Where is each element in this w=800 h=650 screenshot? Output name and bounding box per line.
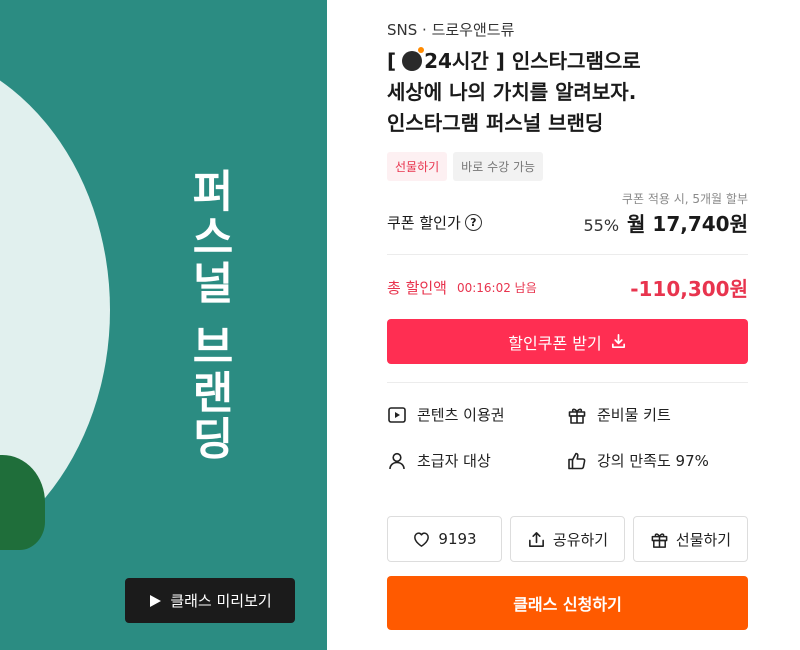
feature-content-pass: 콘텐츠 이용권 [387,404,505,425]
person-icon [389,452,405,469]
class-detail-page: 퍼스널 브랜딩 클래스 미리보기 SNS · 드로우앤드류 [24시간 ] 인스… [0,0,800,650]
discount-percent: 55% [583,215,620,235]
divider [387,382,748,383]
get-coupon-button[interactable]: 할인쿠폰 받기 [387,319,748,364]
total-discount-label: 총 할인액 [387,278,447,297]
play-square-icon [388,406,406,423]
gift-icon [651,532,668,548]
class-preview-button[interactable]: 클래스 미리보기 [125,578,295,623]
total-discount-label-group: 총 할인액 00:16:02 남음 [387,277,537,298]
total-discount-amount: -110,300원 [630,276,748,301]
class-title: [24시간 ] 인스타그램으로 세상에 나의 가치를 알려보자. 인스타그램 퍼… [387,46,748,139]
help-icon[interactable]: ? [464,213,482,231]
bomb-icon [402,47,425,71]
title-line1: 인스타그램으로 [504,49,641,73]
apply-class-button[interactable]: 클래스 신청하기 [387,576,748,630]
breadcrumb[interactable]: SNS · 드로우앤드류 [387,19,514,40]
cover-vertical-title: 퍼스널 브랜딩 [183,168,234,462]
gift-tag: 선물하기 [387,152,448,181]
feature-label: 콘텐츠 이용권 [417,406,505,424]
title-line3: 인스타그램 퍼스널 브랜딩 [387,111,604,135]
feature-satisfaction: 강의 만족도 97% [567,450,709,471]
title-prefix: [ [387,49,397,73]
discount-timer: 00:16:02 남음 [456,280,537,295]
play-icon [150,594,162,607]
title-highlight: 24시간 ] [424,49,505,73]
coupon-price-label: 쿠폰 할인가 [387,213,461,232]
class-tags: 선물하기 바로 수강 가능 [387,152,544,181]
installment-note: 쿠폰 적용 시, 5개월 할부 [621,192,748,206]
monthly-price: 월 17,740원 [627,211,748,236]
heart-icon [414,531,430,547]
feature-label: 준비물 키트 [597,406,671,424]
gift-label: 선물하기 [675,530,732,549]
download-icon [611,334,625,349]
share-icon [528,531,544,547]
gift-button[interactable]: 선물하기 [633,516,748,562]
available-now-tag: 바로 수강 가능 [453,152,544,181]
feature-label: 초급자 대상 [417,452,491,470]
coupon-price-row: 쿠폰 할인가 ? 55% 월 17,740원 [387,207,748,237]
class-cover-image[interactable]: 퍼스널 브랜딩 클래스 미리보기 [0,0,327,650]
get-coupon-label: 할인쿠폰 받기 [508,333,602,353]
share-label: 공유하기 [552,530,609,549]
gift-icon [568,408,586,424]
price-box: 55% 월 17,740원 [583,208,748,237]
thumbs-up-icon [568,452,586,469]
class-preview-label: 클래스 미리보기 [170,592,272,610]
feature-supply-kit: 준비물 키트 [567,404,671,425]
feature-beginner-level: 초급자 대상 [387,450,491,471]
divider [387,254,748,255]
like-button[interactable]: 9193 [387,516,502,562]
like-count: 9193 [438,530,477,548]
title-line2: 세상에 나의 가치를 알려보자. [387,80,637,104]
share-button[interactable]: 공유하기 [510,516,625,562]
total-discount-row: 총 할인액 00:16:02 남음 -110,300원 [387,272,748,302]
coupon-price-label-group: 쿠폰 할인가 ? [387,212,482,233]
action-buttons: 9193 공유하기 선물하기 [387,516,748,562]
feature-label: 강의 만족도 97% [597,452,709,470]
